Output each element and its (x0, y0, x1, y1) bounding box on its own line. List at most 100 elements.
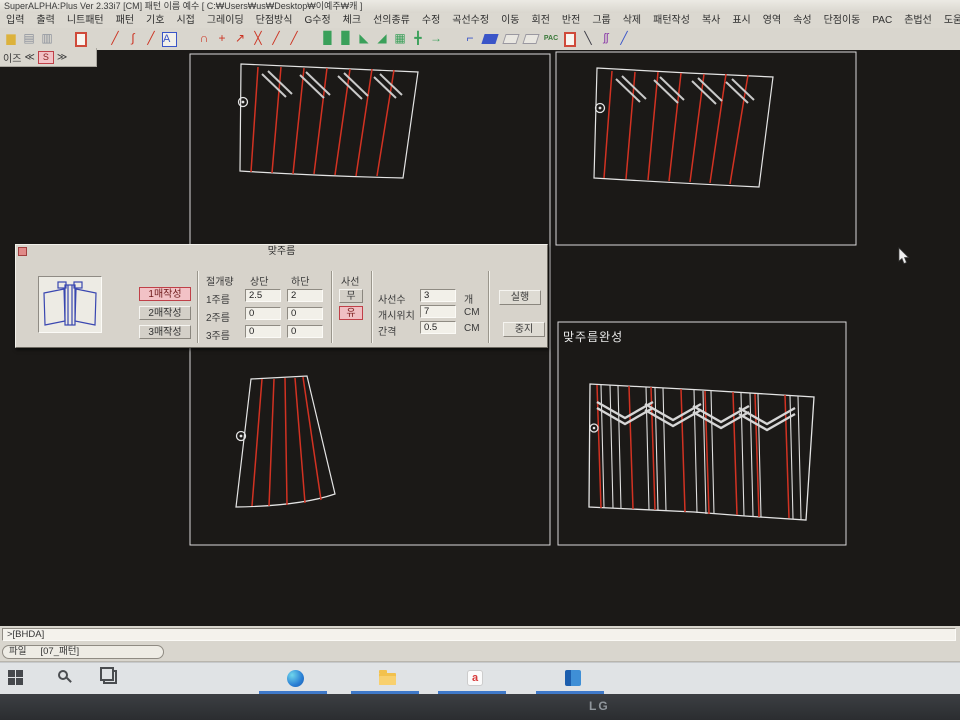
dialog-separator (371, 271, 373, 343)
pleat-2-bottom-input[interactable]: 0 (287, 307, 323, 320)
menu-line-type[interactable]: 선의종류 (367, 13, 416, 28)
menu-properties[interactable]: 속성 (787, 13, 817, 28)
new-doc-icon[interactable] (75, 32, 87, 47)
file-field[interactable]: 파일 [07_패턴] (2, 645, 164, 659)
curves-purple-icon[interactable]: ʃʃ (597, 30, 615, 48)
menu-output[interactable]: 출력 (30, 13, 60, 28)
make-1-button[interactable]: 1매작성 (139, 287, 191, 301)
command-bar: >[BHDA] (0, 626, 960, 643)
execute-button[interactable]: 실행 (499, 290, 541, 305)
make-2-button[interactable]: 2매작성 (139, 306, 191, 320)
size-prev-arrow[interactable]: ≪ (24, 52, 34, 63)
diagonal-on-button[interactable]: 유 (339, 306, 363, 320)
menu-seam[interactable]: 시접 (170, 13, 200, 28)
parallelogram-icon[interactable] (481, 34, 498, 44)
menu-check[interactable]: 체크 (337, 13, 367, 28)
pleat-3-bottom-input[interactable]: 0 (287, 325, 323, 338)
pattern-plus-icon[interactable]: ╋ (409, 30, 427, 48)
stop-button[interactable]: 중지 (503, 322, 545, 337)
toolbar-spacer (179, 39, 195, 40)
toolbar-spacer (303, 39, 319, 40)
cross-tool-icon[interactable]: + (213, 30, 231, 48)
spacing-input[interactable]: 0.5 (420, 321, 456, 334)
diagonal-count-label: 사선수 (378, 291, 406, 306)
pleat-2-top-input[interactable]: 0 (245, 307, 281, 320)
menu-group[interactable]: 그룹 (586, 13, 616, 28)
command-input[interactable]: >[BHDA] (2, 628, 956, 641)
pleat-3-top-input[interactable]: 0 (245, 325, 281, 338)
pleat-3-label: 3주름 (206, 327, 230, 342)
diagonal-off-button[interactable]: 무 (339, 289, 363, 303)
pattern-block-icon[interactable]: ▉ (319, 30, 337, 48)
pen-tool-icon[interactable]: ╱ (267, 30, 285, 48)
blue-app-icon[interactable] (565, 670, 581, 686)
pattern-block2-icon[interactable]: ▉ (337, 30, 355, 48)
menu-input[interactable]: 입력 (0, 13, 30, 28)
folder-icon[interactable]: ▆ (2, 30, 20, 48)
diagonal-count-input[interactable]: 3 (420, 289, 456, 302)
red-app-icon[interactable]: a (467, 670, 483, 686)
slash-blue-icon[interactable]: ╱ (615, 30, 633, 48)
print-icon[interactable]: ▥ (38, 30, 56, 48)
arc-tool-icon[interactable]: ∩ (195, 30, 213, 48)
size-value[interactable]: S (38, 51, 54, 64)
menu-endpoint-method[interactable]: 단점방식 (250, 13, 299, 28)
pattern-grid-icon[interactable]: ▦ (391, 30, 409, 48)
save-icon[interactable]: ▤ (20, 30, 38, 48)
menu-pac[interactable]: PAC (866, 13, 898, 28)
corner-line-icon[interactable]: ⌐ (461, 30, 479, 48)
toolbar-spacer (56, 39, 72, 40)
menu-dimension-line[interactable]: 촌법선 (898, 13, 938, 28)
curve-dark-icon[interactable]: ╲ (579, 30, 597, 48)
pleat-1-bottom-input[interactable]: 2 (287, 289, 323, 302)
menu-curve-edit[interactable]: 곡선수정 (446, 13, 495, 28)
green-arrow-icon[interactable]: → (427, 30, 445, 48)
pattern-corner-icon[interactable]: ◣ (355, 30, 373, 48)
size-next-arrow[interactable]: ≫ (57, 52, 67, 63)
line-tool-icon[interactable]: ╱ (106, 30, 124, 48)
windows-start-icon[interactable] (8, 670, 23, 685)
pleat-preview-diagram (39, 277, 101, 332)
slash-tool-icon[interactable]: ╱ (142, 30, 160, 48)
scissors-icon[interactable]: ╳ (249, 30, 267, 48)
menu-symbol[interactable]: 기호 (140, 13, 170, 28)
menu-display[interactable]: 표시 (726, 13, 756, 28)
make-3-button[interactable]: 3매작성 (139, 325, 191, 339)
file-explorer-icon[interactable] (379, 673, 396, 685)
task-view-icon[interactable] (103, 670, 117, 684)
pac-icon[interactable]: PAC (541, 30, 561, 48)
sheet2-icon[interactable] (522, 34, 539, 44)
cut-amount-header: 절개량 (206, 273, 234, 288)
menu-rotate[interactable]: 회전 (526, 13, 556, 28)
menu-flip[interactable]: 반전 (556, 13, 586, 28)
search-icon[interactable] (58, 670, 74, 686)
pen2-tool-icon[interactable]: ╱ (285, 30, 303, 48)
dialog-separator (197, 271, 199, 343)
menu-help[interactable]: 도움말 (938, 13, 960, 28)
dialog-system-icon[interactable] (18, 247, 27, 256)
menu-delete[interactable]: 삭제 (617, 13, 647, 28)
menu-g-edit[interactable]: G수정 (298, 13, 336, 28)
s-curve-tool-icon[interactable]: ∫ (124, 30, 142, 48)
pattern-corner2-icon[interactable]: ◢ (373, 30, 391, 48)
cut-top-header: 상단 (250, 273, 268, 288)
edge-browser-icon[interactable] (287, 670, 304, 687)
move-arrow-icon[interactable]: ↗ (231, 30, 249, 48)
menu-pattern[interactable]: 패턴 (110, 13, 140, 28)
menu-region[interactable]: 영역 (757, 13, 787, 28)
menu-endpoint-move[interactable]: 단점이동 (818, 13, 867, 28)
file-label: 파일 (9, 646, 26, 658)
pleat-1-top-input[interactable]: 2.5 (245, 289, 281, 302)
menu-copy[interactable]: 복사 (696, 13, 726, 28)
start-position-input[interactable]: 7 (420, 305, 456, 318)
menu-edit[interactable]: 수정 (416, 13, 446, 28)
text-tool-icon[interactable]: A (162, 32, 177, 47)
menu-grading[interactable]: 그레이딩 (201, 13, 250, 28)
menu-pattern-make[interactable]: 패턴작성 (647, 13, 696, 28)
menu-knit-pattern[interactable]: 니트패턴 (61, 13, 110, 28)
shape-tool-icon[interactable] (564, 32, 576, 47)
pattern-piece-bottom-left (236, 376, 335, 507)
sheet-icon[interactable] (502, 34, 519, 44)
menu-move[interactable]: 이동 (495, 13, 525, 28)
dialog-title: 맞주름 (16, 245, 547, 258)
